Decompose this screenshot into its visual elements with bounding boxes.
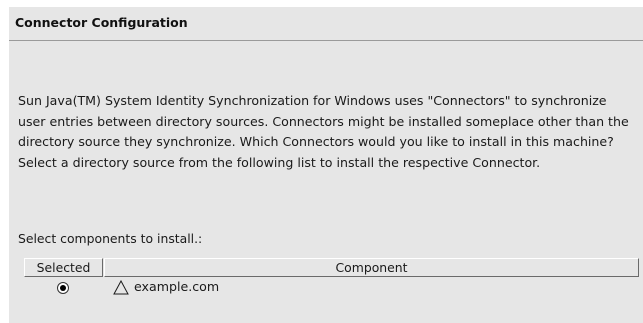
table-row[interactable]: example.com [24, 278, 640, 298]
table-header: Selected Component [24, 258, 640, 277]
selected-radio-button[interactable] [57, 282, 69, 294]
column-header-component[interactable]: Component [104, 258, 639, 277]
page-title: Connector Configuration [15, 15, 188, 30]
warning-triangle-icon [113, 280, 129, 295]
select-components-label: Select components to install.: [18, 231, 203, 246]
components-table: Selected Component example.com [24, 258, 640, 323]
component-name: example.com [134, 279, 220, 294]
panel-header: Connector Configuration [9, 7, 643, 41]
radio-selected-dot [60, 285, 66, 291]
connector-configuration-panel: Connector Configuration Sun Java(TM) Sys… [9, 7, 643, 323]
description-text: Sun Java(TM) System Identity Synchroniza… [18, 93, 629, 170]
column-header-selected[interactable]: Selected [24, 258, 103, 277]
